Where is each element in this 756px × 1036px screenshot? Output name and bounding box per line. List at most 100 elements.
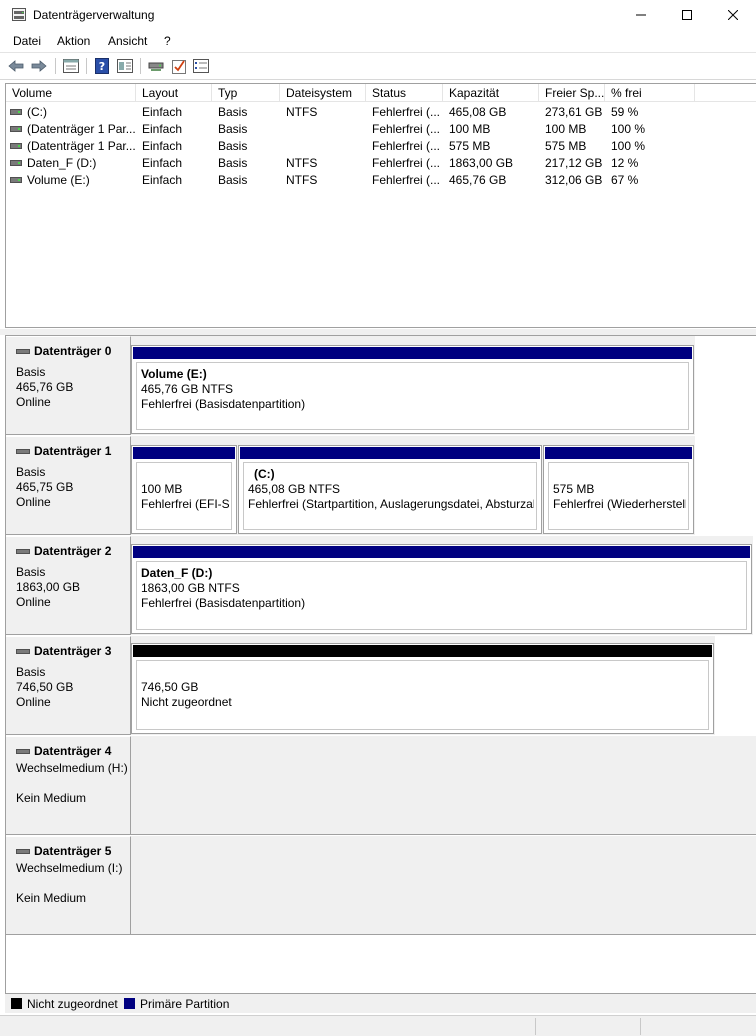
cell-layout: Einfach	[142, 173, 183, 187]
partition-size: 575 MB	[553, 482, 595, 496]
partition-size: 746,50 GB	[141, 680, 199, 694]
partition-title: (C:)	[254, 467, 275, 481]
partition-unallocated[interactable]: 746,50 GB Nicht zugeordnet	[131, 643, 714, 734]
partition-efi[interactable]: 100 MB Fehlerfrei (EFI-Systempartition)	[131, 445, 237, 534]
properties-icon	[63, 59, 79, 73]
partition-body: 746,50 GB Nicht zugeordnet	[136, 660, 709, 730]
cell-volume: (Datenträger 1 Par...	[27, 122, 135, 136]
partition-body: (C:) 465,08 GB NTFS Fehlerfrei (Startpar…	[243, 462, 537, 530]
disk-management-icon	[12, 8, 26, 21]
legend-label-primary: Primäre Partition	[140, 997, 230, 1011]
disk-label-1[interactable]: Datenträger 1 Basis 465,75 GB Online	[6, 436, 131, 535]
disk-label-5[interactable]: Datenträger 5 Wechselmedium (I:) Kein Me…	[6, 836, 131, 935]
check-button[interactable]	[170, 57, 188, 75]
disk-label-3[interactable]: Datenträger 3 Basis 746,50 GB Online	[6, 636, 131, 735]
cell-typ: Basis	[218, 122, 248, 136]
view-button[interactable]	[116, 57, 134, 75]
column-header-prozent-frei[interactable]: % frei	[605, 84, 695, 102]
maximize-button[interactable]	[664, 0, 710, 30]
close-icon	[728, 10, 738, 20]
partition-body: Daten_F (D:) 1863,00 GB NTFS Fehlerfrei …	[136, 561, 747, 630]
column-header-layout[interactable]: Layout	[136, 84, 212, 102]
partition-bar	[133, 447, 235, 459]
disk-label-0[interactable]: Datenträger 0 Basis 465,76 GB Online	[6, 336, 131, 435]
disk-status: Kein Medium	[16, 791, 87, 805]
list-header: Volume Layout Typ Dateisystem Status Kap…	[6, 84, 756, 102]
disk-type: Basis	[16, 665, 46, 679]
column-header-freier-speicher[interactable]: Freier Sp...	[539, 84, 605, 102]
disk-name: Datenträger 4	[34, 744, 112, 758]
column-header-kapazitaet[interactable]: Kapazität	[443, 84, 539, 102]
disk-size: 746,50 GB	[16, 680, 74, 694]
properties-button[interactable]	[62, 57, 80, 75]
list-button[interactable]	[192, 57, 210, 75]
cell-typ: Basis	[218, 156, 248, 170]
table-row[interactable]: (Datenträger 1 Par... Einfach Basis Fehl…	[6, 121, 756, 138]
cell-freier-speicher: 217,12 GB	[545, 156, 603, 170]
menu-bar: Datei Aktion Ansicht ?	[0, 31, 756, 51]
status-divider	[535, 1018, 536, 1035]
view-icon	[117, 59, 133, 73]
cell-layout: Einfach	[142, 122, 183, 136]
legend: Nicht zugeordnet Primäre Partition	[5, 993, 756, 1013]
disk-name: Datenträger 5	[34, 844, 112, 858]
connect-icon	[148, 62, 164, 71]
connect-button[interactable]	[147, 57, 165, 75]
cell-dateisystem: NTFS	[286, 105, 318, 119]
partition-status: Fehlerfrei (Startpartition, Auslagerungs…	[248, 497, 534, 511]
column-header-typ[interactable]: Typ	[212, 84, 280, 102]
partition-daten-d[interactable]: Daten_F (D:) 1863,00 GB NTFS Fehlerfrei …	[131, 544, 752, 634]
partition-bar	[240, 447, 540, 459]
partition-bar	[133, 347, 692, 359]
minimize-button[interactable]	[618, 0, 664, 30]
cell-prozent-frei: 100 %	[611, 139, 646, 153]
cell-prozent-frei: 59 %	[611, 105, 639, 119]
disk-graphical-view[interactable]: Datenträger 0 Basis 465,76 GB Online Vol…	[5, 335, 756, 995]
partition-recovery[interactable]: 575 MB Fehlerfrei (Wiederherstellungspar…	[543, 445, 694, 534]
table-row[interactable]: (C:) Einfach Basis NTFS Fehlerfrei (... …	[6, 104, 756, 121]
cell-prozent-frei: 67 %	[611, 173, 639, 187]
cell-kapazitaet: 100 MB	[449, 122, 491, 136]
partition-body: 100 MB Fehlerfrei (EFI-Systempartition)	[136, 462, 232, 530]
disk-name: Datenträger 2	[34, 544, 112, 558]
cell-typ: Basis	[218, 173, 248, 187]
cell-kapazitaet: 465,76 GB	[449, 173, 507, 187]
cell-status: Fehlerfrei (...	[372, 122, 441, 136]
menu-help[interactable]: ?	[164, 34, 171, 48]
volume-icon	[10, 126, 22, 132]
disk-size: 465,75 GB	[16, 480, 74, 494]
table-row[interactable]: Daten_F (D:) Einfach Basis NTFS Fehlerfr…	[6, 155, 756, 172]
help-button[interactable]: ?	[93, 57, 111, 75]
back-button[interactable]	[7, 57, 25, 75]
close-button[interactable]	[710, 0, 756, 30]
forward-arrow-icon	[31, 60, 47, 72]
forward-button[interactable]	[30, 57, 48, 75]
svg-text:?: ?	[99, 60, 105, 73]
menu-aktion[interactable]: Aktion	[57, 34, 90, 48]
partition-c[interactable]: (C:) 465,08 GB NTFS Fehlerfrei (Startpar…	[238, 445, 542, 534]
legend-swatch-primary	[124, 998, 135, 1009]
cell-freier-speicher: 100 MB	[545, 122, 587, 136]
partition-size: 465,76 GB NTFS	[141, 382, 234, 396]
table-row[interactable]: (Datenträger 1 Par... Einfach Basis Fehl…	[6, 138, 756, 155]
cell-dateisystem: NTFS	[286, 173, 318, 187]
check-icon	[172, 60, 186, 74]
partition-volume-e[interactable]: Volume (E:) 465,76 GB NTFS Fehlerfrei (B…	[131, 345, 694, 434]
volume-icon	[10, 160, 22, 166]
partition-title: Volume (E:)	[141, 367, 207, 381]
disk-label-4[interactable]: Datenträger 4 Wechselmedium (H:) Kein Me…	[6, 736, 131, 835]
disk-name: Datenträger 0	[34, 344, 112, 358]
partition-status: Fehlerfrei (EFI-Systempartition)	[141, 497, 229, 511]
cell-status: Fehlerfrei (...	[372, 156, 441, 170]
menu-ansicht[interactable]: Ansicht	[108, 34, 147, 48]
partition-bar	[133, 546, 750, 558]
volume-list[interactable]: Volume Layout Typ Dateisystem Status Kap…	[5, 83, 756, 328]
column-header-dateisystem[interactable]: Dateisystem	[280, 84, 366, 102]
table-row[interactable]: Volume (E:) Einfach Basis NTFS Fehlerfre…	[6, 172, 756, 189]
disk-label-2[interactable]: Datenträger 2 Basis 1863,00 GB Online	[6, 536, 131, 635]
column-header-status[interactable]: Status	[366, 84, 443, 102]
disk-size: 1863,00 GB	[16, 580, 81, 594]
menu-datei[interactable]: Datei	[13, 34, 41, 48]
column-header-volume[interactable]: Volume	[6, 84, 136, 102]
status-divider	[640, 1018, 641, 1035]
